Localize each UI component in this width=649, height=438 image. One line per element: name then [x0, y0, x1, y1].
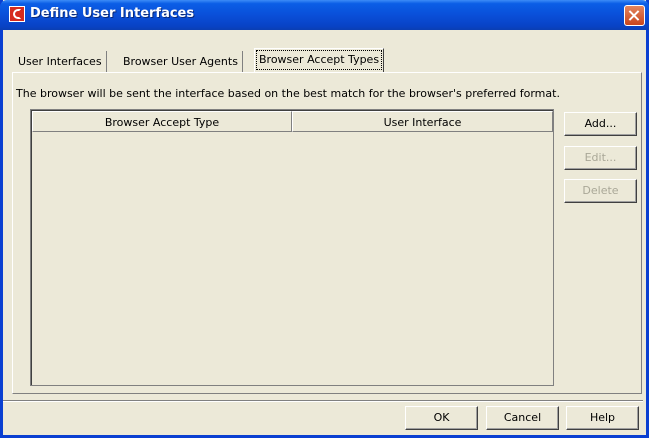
tab-browser-user-agents[interactable]: Browser User Agents: [119, 51, 243, 72]
app-icon: [9, 6, 25, 22]
footer-divider: [3, 400, 643, 402]
ok-button[interactable]: OK: [405, 406, 478, 430]
tab-browser-accept-types[interactable]: Browser Accept Types: [254, 48, 385, 72]
delete-button[interactable]: Delete: [564, 179, 637, 203]
edit-button[interactable]: Edit...: [564, 146, 637, 170]
tab-user-interfaces[interactable]: User Interfaces: [14, 51, 107, 72]
accept-types-table[interactable]: Browser Accept Type User Interface: [30, 109, 554, 386]
column-header-browser-accept-type[interactable]: Browser Accept Type: [32, 111, 292, 132]
window-title: Define User Interfaces: [30, 6, 195, 21]
help-button[interactable]: Help: [566, 406, 639, 430]
close-icon[interactable]: [624, 5, 645, 26]
cancel-button[interactable]: Cancel: [486, 406, 559, 430]
title-bar[interactable]: Define User Interfaces: [0, 0, 649, 30]
description-text: The browser will be sent the interface b…: [16, 87, 560, 100]
column-header-user-interface[interactable]: User Interface: [292, 111, 553, 132]
add-button[interactable]: Add...: [564, 112, 637, 136]
